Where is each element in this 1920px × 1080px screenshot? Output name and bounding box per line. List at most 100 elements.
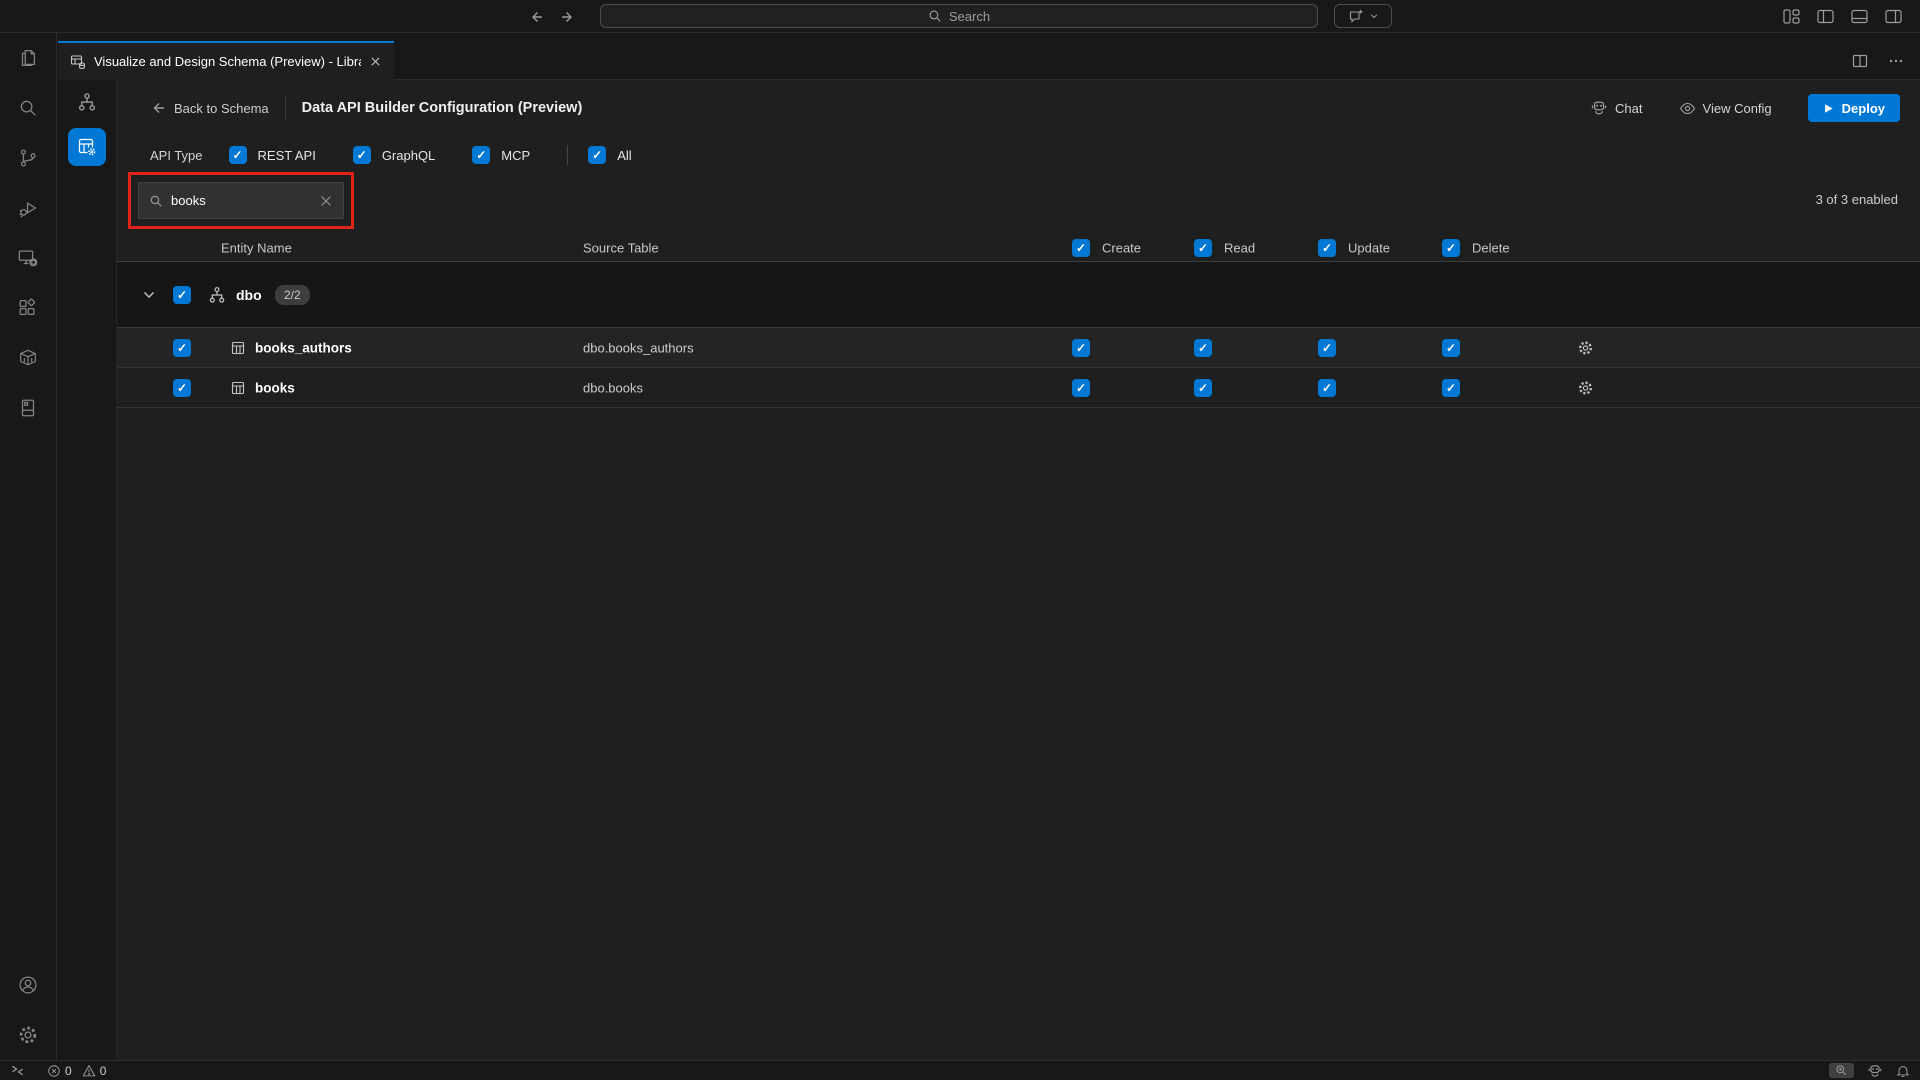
filter-mcp[interactable]: MCP: [472, 146, 530, 164]
copilot-icon: [1590, 99, 1608, 117]
row-settings-gear-icon[interactable]: [1577, 379, 1594, 396]
accounts-icon[interactable]: [0, 960, 57, 1010]
entities-table: Entity Name Source Table Create Read Upd…: [117, 235, 1920, 408]
copilot-status-icon[interactable]: [1867, 1063, 1883, 1079]
all-label: All: [617, 148, 631, 163]
rest-api-label: REST API: [258, 148, 316, 163]
annotation-highlight-box: [128, 172, 354, 229]
more-actions-icon[interactable]: [1888, 53, 1904, 69]
update-all-checkbox[interactable]: [1318, 239, 1336, 257]
problems-indicator[interactable]: 0 0: [47, 1064, 106, 1078]
col-update: Update: [1348, 241, 1390, 256]
chat-button[interactable]: Chat: [1590, 99, 1642, 117]
panel-actions: Chat View Config Deploy: [1590, 94, 1900, 122]
notifications-bell-icon[interactable]: [1896, 1064, 1910, 1078]
graphql-checkbox[interactable]: [353, 146, 371, 164]
back-to-schema-button[interactable]: Back to Schema: [150, 100, 269, 116]
view-config-label: View Config: [1703, 101, 1772, 116]
delete-all-checkbox[interactable]: [1442, 239, 1460, 257]
toggle-primary-sidebar-icon[interactable]: [1817, 9, 1834, 24]
view-config-button[interactable]: View Config: [1679, 100, 1772, 117]
graphql-label: GraphQL: [382, 148, 435, 163]
api-type-label: API Type: [150, 148, 203, 163]
toggle-secondary-sidebar-icon[interactable]: [1885, 9, 1902, 24]
copilot-chat-toggle[interactable]: [1334, 4, 1392, 28]
filter-all[interactable]: All: [588, 146, 631, 164]
read-checkbox[interactable]: [1194, 379, 1212, 397]
rest-api-checkbox[interactable]: [229, 146, 247, 164]
create-checkbox[interactable]: [1072, 379, 1090, 397]
eye-icon: [1679, 100, 1696, 117]
col-delete: Delete: [1472, 241, 1510, 256]
dab-config-view-button[interactable]: [68, 128, 106, 166]
collapse-chevron-icon[interactable]: [141, 287, 157, 303]
read-checkbox[interactable]: [1194, 339, 1212, 357]
customize-layout-icon[interactable]: [1783, 9, 1800, 24]
source-table: dbo.books: [583, 380, 643, 395]
enabled-summary: 3 of 3 enabled: [1816, 192, 1898, 207]
explorer-icon[interactable]: [0, 33, 57, 83]
forward-arrow-icon[interactable]: [560, 9, 576, 25]
panel-toolbar: Back to Schema Data API Builder Configur…: [117, 80, 1920, 136]
table-header: Entity Name Source Table Create Read Upd…: [117, 235, 1920, 262]
search-zone: 3 of 3 enabled: [117, 174, 1920, 236]
table-icon: [230, 340, 246, 356]
warning-icon: [82, 1064, 96, 1078]
close-icon[interactable]: [369, 55, 382, 68]
update-checkbox[interactable]: [1318, 339, 1336, 357]
filter-graphql[interactable]: GraphQL: [353, 146, 435, 164]
mcp-checkbox[interactable]: [472, 146, 490, 164]
col-source-table: Source Table: [583, 241, 659, 256]
tab-title: Visualize and Design Schema (Preview) - …: [94, 54, 361, 69]
divider: [567, 145, 568, 165]
create-checkbox[interactable]: [1072, 339, 1090, 357]
delete-checkbox[interactable]: [1442, 339, 1460, 357]
chat-label: Chat: [1615, 101, 1642, 116]
entity-filter-input[interactable]: [171, 193, 311, 208]
database-icon[interactable]: [0, 383, 57, 433]
row-checkbox[interactable]: [173, 339, 191, 357]
settings-gear-icon[interactable]: [0, 1010, 57, 1060]
command-center-search[interactable]: Search: [600, 4, 1318, 28]
group-checkbox[interactable]: [173, 286, 191, 304]
toggle-panel-icon[interactable]: [1851, 9, 1868, 24]
zoom-indicator[interactable]: [1829, 1063, 1854, 1078]
tab-visualize-design-schema[interactable]: Visualize and Design Schema (Preview) - …: [58, 41, 394, 80]
mcp-label: MCP: [501, 148, 530, 163]
deploy-button[interactable]: Deploy: [1808, 94, 1900, 122]
read-all-checkbox[interactable]: [1194, 239, 1212, 257]
schema-view-button[interactable]: [57, 80, 117, 124]
container-icon[interactable]: [0, 333, 57, 383]
update-checkbox[interactable]: [1318, 379, 1336, 397]
arrow-left-icon: [150, 100, 166, 116]
search-icon: [928, 9, 942, 23]
source-table: dbo.books_authors: [583, 340, 694, 355]
chevron-down-icon: [1369, 11, 1379, 21]
chat-sparkle-icon: [1348, 8, 1364, 24]
remote-indicator-icon[interactable]: [10, 1063, 25, 1078]
filter-rest-api[interactable]: REST API: [229, 146, 316, 164]
source-control-icon[interactable]: [0, 133, 57, 183]
run-debug-icon[interactable]: [0, 183, 57, 233]
delete-checkbox[interactable]: [1442, 379, 1460, 397]
search-placeholder: Search: [949, 9, 990, 24]
all-checkbox[interactable]: [588, 146, 606, 164]
schema-count-badge: 2/2: [275, 285, 310, 305]
entity-search-box: [138, 182, 344, 219]
create-all-checkbox[interactable]: [1072, 239, 1090, 257]
row-checkbox[interactable]: [173, 379, 191, 397]
remote-explorer-icon[interactable]: [0, 233, 57, 283]
row-settings-gear-icon[interactable]: [1577, 339, 1594, 356]
split-editor-icon[interactable]: [1852, 53, 1868, 69]
schema-group-row: dbo 2/2: [117, 262, 1920, 328]
status-bar: 0 0: [0, 1060, 1920, 1080]
deploy-label: Deploy: [1842, 101, 1885, 116]
activity-bar: [0, 33, 57, 1060]
back-arrow-icon[interactable]: [528, 9, 544, 25]
search-icon: [149, 194, 163, 208]
table-icon: [230, 380, 246, 396]
search-view-icon[interactable]: [0, 83, 57, 133]
extensions-icon[interactable]: [0, 283, 57, 333]
col-entity-name: Entity Name: [221, 241, 292, 256]
clear-icon[interactable]: [319, 194, 333, 208]
